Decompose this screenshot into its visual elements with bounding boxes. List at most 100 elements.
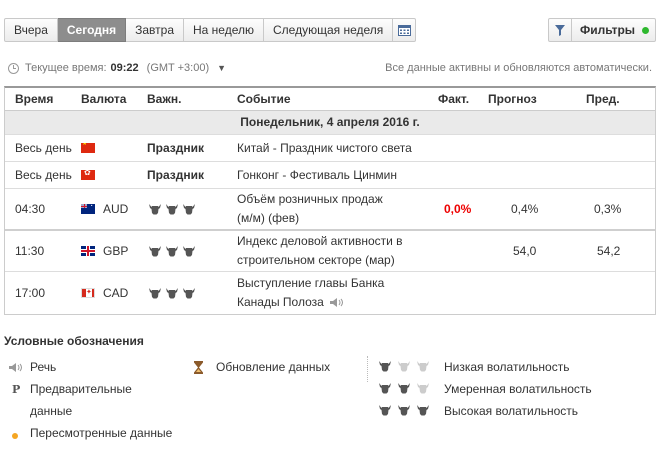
event-name-line2: Канады Полоза bbox=[237, 295, 324, 309]
speech-icon bbox=[9, 363, 22, 372]
currency-code: CAD bbox=[103, 286, 129, 300]
calendar-icon bbox=[397, 24, 411, 36]
event-name-line1: Объём розничных продаж bbox=[237, 192, 383, 206]
bull-icon bbox=[416, 404, 430, 416]
bull-icon bbox=[148, 245, 162, 257]
legend-low-label: Низкая волатильность bbox=[444, 360, 570, 374]
event-name[interactable]: Индекс деловой активности в строительном… bbox=[237, 231, 403, 271]
revised-dot-icon bbox=[12, 433, 18, 439]
bull-icon bbox=[397, 360, 411, 372]
currency-code: AUD bbox=[103, 202, 129, 216]
bull-icon bbox=[182, 287, 196, 299]
bull-icon bbox=[378, 404, 392, 416]
holiday-label: Праздник bbox=[147, 168, 204, 182]
bull-icon bbox=[165, 203, 179, 215]
legend-divider bbox=[367, 356, 368, 382]
legend-high-label: Высокая волатильность bbox=[444, 404, 579, 418]
legend-high-volatility: Высокая волатильность bbox=[378, 404, 638, 420]
preliminary-icon: P bbox=[12, 383, 21, 396]
col-currency[interactable]: Валюта bbox=[81, 88, 126, 110]
canada-flag-icon bbox=[81, 288, 95, 298]
date-header-label: Понедельник, 4 апреля 2016 г. bbox=[240, 115, 420, 129]
tab-today[interactable]: Сегодня bbox=[57, 18, 127, 42]
table-row[interactable]: Весь день Праздник Гонконг - Фестиваль Ц… bbox=[5, 161, 655, 188]
event-name[interactable]: Выступление главы Банка Канады Полоза bbox=[237, 272, 384, 314]
volatility-high bbox=[148, 245, 196, 257]
current-time-bar: Текущее время: 09:22 (GMT +3:00) ▼ Все д… bbox=[8, 60, 652, 76]
col-event[interactable]: Событие bbox=[237, 88, 291, 110]
bull-icon bbox=[165, 287, 179, 299]
event-name-line2: строительном секторе (мар) bbox=[237, 253, 395, 267]
legend-revised: Пересмотренные данные bbox=[8, 426, 188, 442]
col-actual[interactable]: Факт. bbox=[438, 88, 469, 110]
filters-button[interactable]: Фильтры bbox=[548, 18, 656, 42]
table-header: Время Валюта Важн. Событие Факт. Прогноз… bbox=[5, 88, 655, 110]
hourglass-icon bbox=[194, 361, 203, 374]
event-time: Весь день bbox=[15, 141, 72, 155]
event-name: Гонконг - Фестиваль Цинмин bbox=[237, 168, 398, 182]
bull-icon bbox=[148, 203, 162, 215]
currency-code: GBP bbox=[103, 244, 129, 258]
legend-speech: Речь bbox=[8, 360, 178, 376]
tab-tomorrow[interactable]: Завтра bbox=[126, 18, 184, 42]
current-time-label: Текущее время: bbox=[25, 62, 107, 74]
economic-calendar-table: Время Валюта Важн. Событие Факт. Прогноз… bbox=[4, 86, 656, 315]
previous-value: 54,2 bbox=[597, 244, 621, 258]
col-importance[interactable]: Важн. bbox=[147, 88, 181, 110]
event-time: 17:00 bbox=[15, 286, 46, 300]
filters-active-dot bbox=[642, 26, 650, 34]
legend-medium-label: Умеренная волатильность bbox=[444, 382, 592, 396]
australia-flag-icon bbox=[81, 204, 95, 214]
bull-icon bbox=[165, 245, 179, 257]
current-time-value: 09:22 bbox=[110, 62, 139, 74]
bull-icon bbox=[378, 382, 392, 394]
holiday-label: Праздник bbox=[147, 141, 204, 155]
bull-icon bbox=[378, 360, 392, 372]
event-name-line2: (м/м) (фев) bbox=[237, 211, 300, 225]
legend-update: Обновление данных bbox=[193, 360, 353, 376]
tab-this-week[interactable]: На неделю bbox=[184, 18, 264, 42]
col-forecast[interactable]: Прогноз bbox=[488, 88, 537, 110]
event-name[interactable]: Объём розничных продаж (м/м) (фев) bbox=[237, 189, 383, 229]
table-row[interactable]: 11:30 GBP Индекс деловой активности в ст… bbox=[5, 229, 655, 271]
auto-update-note: Все данные активны и обновляются автомат… bbox=[385, 62, 652, 74]
tab-yesterday[interactable]: Вчера bbox=[4, 18, 58, 42]
bull-icon bbox=[182, 203, 196, 215]
legend-preliminary-label-1: Предварительные bbox=[30, 382, 132, 396]
bull-icon bbox=[182, 245, 196, 257]
hong-kong-flag-icon bbox=[81, 170, 95, 180]
filter-icon bbox=[549, 19, 572, 41]
timezone-selector[interactable]: (GMT +3:00) bbox=[147, 62, 209, 74]
chevron-down-icon[interactable]: ▼ bbox=[217, 63, 226, 73]
legend-speech-label: Речь bbox=[30, 360, 57, 374]
event-name-line1: Выступление главы Банка bbox=[237, 276, 385, 290]
tab-next-week[interactable]: Следующая неделя bbox=[264, 18, 394, 42]
legend-revised-label: Пересмотренные данные bbox=[30, 426, 173, 440]
legend-update-label: Обновление данных bbox=[216, 360, 331, 374]
legend-low-volatility: Низкая волатильность bbox=[378, 360, 638, 376]
period-tabs: Вчера Сегодня Завтра На неделю Следующая… bbox=[4, 18, 417, 42]
table-row[interactable]: 17:00 CAD Выступление главы Банка Канады… bbox=[5, 271, 655, 314]
event-name-line1: Индекс деловой активности в bbox=[237, 234, 403, 248]
date-header: Понедельник, 4 апреля 2016 г. bbox=[5, 110, 655, 134]
col-previous[interactable]: Пред. bbox=[586, 88, 620, 110]
china-flag-icon bbox=[81, 143, 95, 153]
filters-label: Фильтры bbox=[580, 23, 636, 37]
event-time: Весь день bbox=[15, 168, 72, 182]
volatility-high bbox=[148, 287, 196, 299]
bull-icon bbox=[416, 382, 430, 394]
col-time[interactable]: Время bbox=[15, 88, 53, 110]
legend-medium-volatility: Умеренная волатильность bbox=[378, 382, 638, 398]
volatility-high bbox=[148, 203, 196, 215]
table-row[interactable]: Весь день Праздник Китай - Праздник чист… bbox=[5, 134, 655, 161]
previous-value: 0,3% bbox=[594, 202, 622, 216]
forecast-value: 54,0 bbox=[513, 244, 537, 258]
event-time: 04:30 bbox=[15, 202, 46, 216]
event-time: 11:30 bbox=[15, 244, 45, 258]
bull-icon bbox=[148, 287, 162, 299]
bull-icon bbox=[397, 382, 411, 394]
table-row[interactable]: 04:30 AUD Объём розничных продаж (м/м) (… bbox=[5, 188, 655, 229]
event-name: Китай - Праздник чистого света bbox=[237, 141, 412, 155]
legend-preliminary-label-2: данные bbox=[30, 404, 73, 418]
calendar-button[interactable] bbox=[393, 18, 417, 42]
